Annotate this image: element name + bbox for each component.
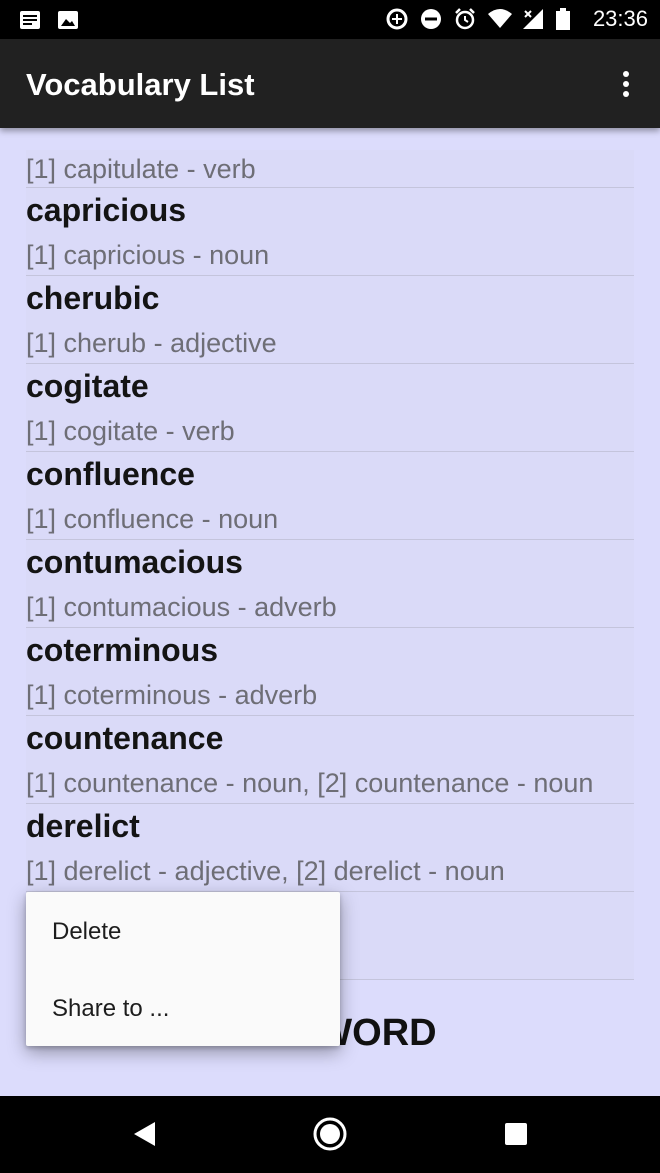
wifi-icon xyxy=(487,7,512,31)
home-button[interactable] xyxy=(312,1116,348,1152)
signal-icon xyxy=(521,7,545,31)
list-item[interactable]: cherubic [1] cherub - adjective xyxy=(26,276,634,364)
word-definitions: [1] countenance - noun, [2] countenance … xyxy=(26,768,594,798)
data-saver-icon xyxy=(385,7,409,31)
word-definitions: [1] confluence - noun xyxy=(26,504,279,534)
context-menu: Delete Share to ... xyxy=(26,892,340,1046)
menu-item-label: Delete xyxy=(52,918,122,945)
battery-icon xyxy=(555,7,579,31)
word-definitions: [1] contumacious - adverb xyxy=(26,592,337,622)
word-title: countenance xyxy=(26,720,224,756)
home-icon xyxy=(313,1117,347,1151)
word-title: cherubic xyxy=(26,280,160,316)
status-time: 23:36 xyxy=(592,6,648,31)
more-options-button[interactable] xyxy=(614,69,638,99)
word-title: contumacious xyxy=(26,544,243,580)
image-icon xyxy=(56,8,80,32)
list-item[interactable]: cogitate [1] cogitate - verb xyxy=(26,364,634,452)
word-definitions: [1] capitulate - verb xyxy=(26,154,256,184)
more-vert-icon xyxy=(623,71,629,97)
word-definitions: [1] derelict - adjective, [2] derelict -… xyxy=(26,856,505,886)
list-item[interactable]: contumacious [1] contumacious - adverb xyxy=(26,540,634,628)
list-item[interactable]: [1] capitulate - verb xyxy=(26,150,634,188)
word-definitions: [1] capricious - noun xyxy=(26,240,270,270)
word-title: cogitate xyxy=(26,368,149,404)
menu-item-label: Share to ... xyxy=(52,995,170,1022)
list-item[interactable]: countenance [1] countenance - noun, [2] … xyxy=(26,716,634,804)
alarm-icon xyxy=(453,7,477,31)
word-title: capricious xyxy=(26,192,187,228)
word-definitions: [1] cherub - adjective xyxy=(26,328,277,358)
recents-button[interactable] xyxy=(498,1116,534,1152)
back-icon xyxy=(134,1122,155,1146)
menu-item-share[interactable]: Share to ... xyxy=(26,969,340,1046)
word-title: coterminous xyxy=(26,632,219,668)
notification-news-icon xyxy=(18,8,42,32)
page-title: Vocabulary List xyxy=(26,67,255,102)
back-button[interactable] xyxy=(128,1116,164,1152)
list-item[interactable]: capricious [1] capricious - noun xyxy=(26,188,634,276)
do-not-disturb-icon xyxy=(419,7,443,31)
navigation-bar xyxy=(0,1096,660,1173)
menu-item-delete[interactable]: Delete xyxy=(26,892,340,969)
recents-icon xyxy=(505,1123,527,1145)
app-bar: Vocabulary List xyxy=(0,39,660,128)
list-item[interactable]: derelict [1] derelict - adjective, [2] d… xyxy=(26,804,634,892)
word-title: confluence xyxy=(26,456,195,492)
list-item[interactable]: coterminous [1] coterminous - adverb xyxy=(26,628,634,716)
status-bar: 23:36 xyxy=(0,0,660,39)
word-definitions: [1] coterminous - adverb xyxy=(26,680,318,710)
word-definitions: [1] cogitate - verb xyxy=(26,416,235,446)
word-title: derelict xyxy=(26,808,140,844)
list-item[interactable]: confluence [1] confluence - noun xyxy=(26,452,634,540)
